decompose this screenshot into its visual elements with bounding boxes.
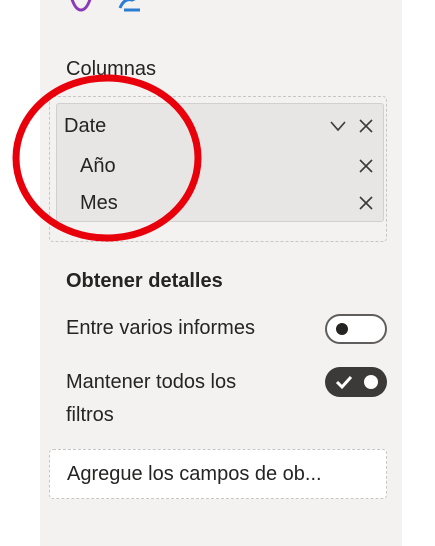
drillthrough-title: Obtener detalles xyxy=(66,270,223,292)
link-icon[interactable] xyxy=(118,0,148,14)
drop-placeholder: Agregue los campos de ob... xyxy=(67,462,322,485)
heart-icon[interactable] xyxy=(66,0,96,14)
keep-filters-label-line2: filtros xyxy=(66,404,114,426)
toggle-knob xyxy=(364,375,378,389)
cross-report-toggle[interactable] xyxy=(325,314,387,344)
cross-report-label: Entre varios informes xyxy=(66,317,255,339)
keep-filters-label-line1: Mantener todos los xyxy=(66,371,237,393)
drillthrough-drop-well[interactable]: Agregue los campos de ob... xyxy=(49,449,387,499)
close-icon[interactable] xyxy=(357,194,375,212)
toggle-knob xyxy=(336,323,348,335)
canvas-edge xyxy=(402,0,435,546)
close-icon[interactable] xyxy=(357,117,375,135)
chevron-down-icon[interactable] xyxy=(329,117,347,135)
checkmark-icon xyxy=(335,375,353,390)
annotation-circle xyxy=(12,74,202,242)
close-icon[interactable] xyxy=(357,157,375,175)
keep-filters-toggle[interactable] xyxy=(325,367,387,397)
